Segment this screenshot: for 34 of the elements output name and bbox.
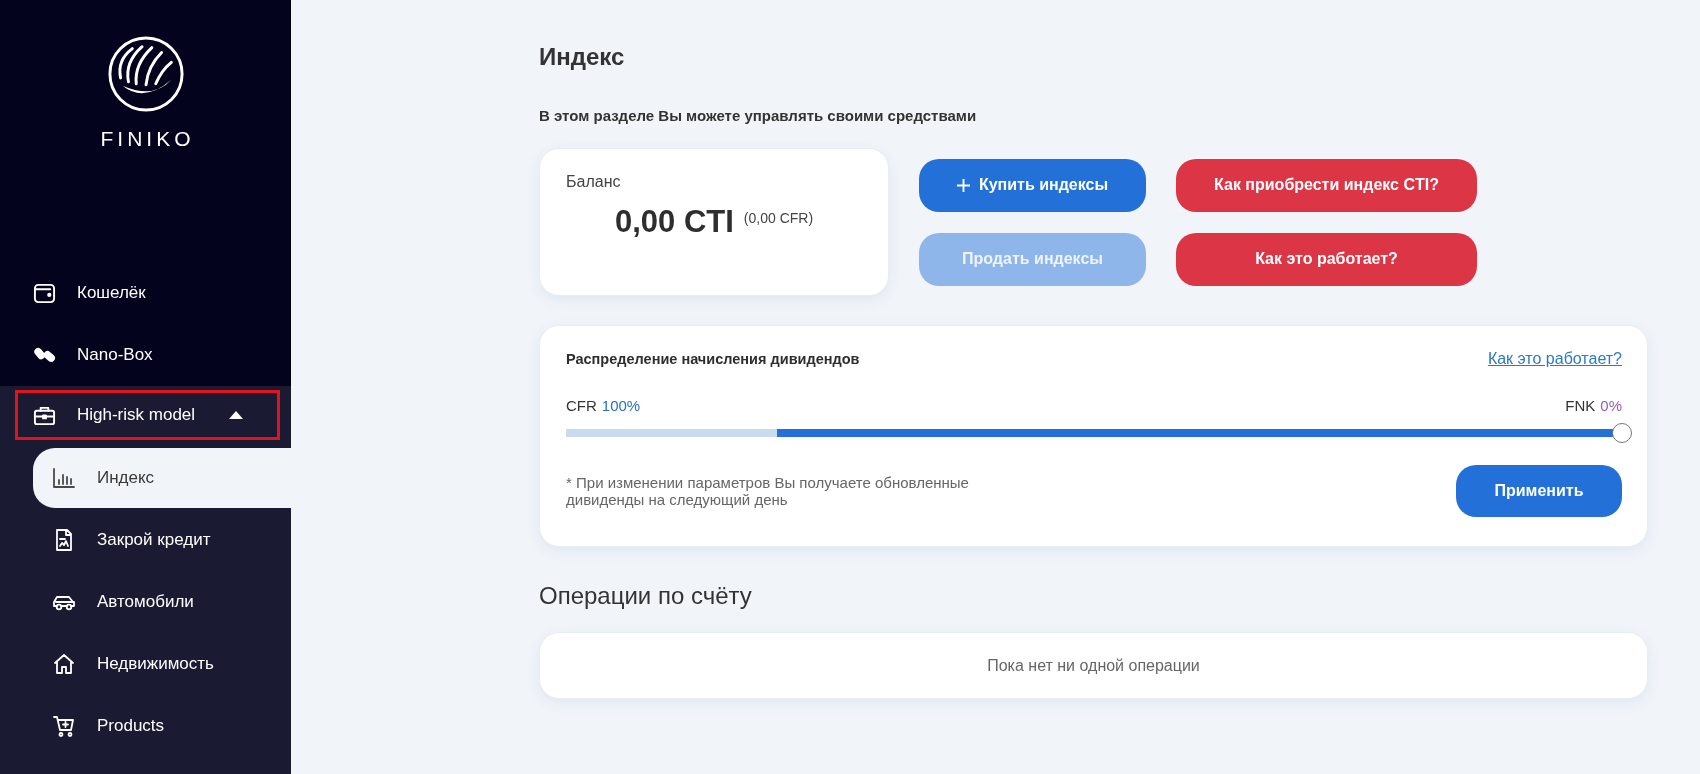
- cart-icon: [52, 714, 76, 738]
- plus-icon: [956, 178, 970, 192]
- apply-button[interactable]: Применить: [1456, 465, 1622, 517]
- dividends-title: Распределение начисления дивидендов: [566, 351, 860, 367]
- currency-label: CFR: [566, 396, 597, 414]
- page-subtitle: В этом разделе Вы можете управлять своими средствами: [539, 106, 978, 126]
- page-title: Индекс: [539, 43, 626, 71]
- sidebar-item[interactable]: High-risk model: [15, 390, 280, 440]
- dividends-note: * При изменении параметров Вы получаете обновленные дивиденды на следующий день: [566, 474, 970, 508]
- submenu-item[interactable]: Недвижимость: [33, 634, 291, 694]
- empty-message: Пока нет ни одной операции: [987, 656, 1200, 675]
- help-link[interactable]: Как это работает?: [1487, 350, 1622, 368]
- balance-amount: 0,00 CTI: [614, 203, 734, 241]
- wallet-icon: [33, 281, 56, 305]
- submenu-item[interactable]: Автомобили: [33, 572, 291, 632]
- currency-label: FNK: [1565, 396, 1596, 414]
- submenu-item[interactable]: Закрой кредит: [33, 510, 291, 570]
- sidebar-item[interactable]: Кошелёк: [0, 262, 291, 324]
- sidebar-item[interactable]: Nano-Box: [0, 324, 291, 386]
- balance-label: Баланс: [566, 172, 621, 192]
- percent-value: 0%: [1600, 396, 1622, 414]
- logo-icon: [106, 35, 185, 113]
- section-title: Операции по счёту: [539, 581, 753, 611]
- action-button[interactable]: Как это работает?: [1176, 232, 1477, 286]
- house-icon: [52, 652, 76, 676]
- percent-value: 100%: [601, 396, 641, 414]
- balance-secondary: (0,00 CFR): [743, 210, 814, 226]
- logo-wordmark: FINIKO: [99, 127, 195, 151]
- bar-chart-icon: [52, 466, 76, 490]
- action-button[interactable]: Как приобрести индекс CTI?: [1176, 158, 1477, 212]
- slider-thumb[interactable]: [1612, 423, 1632, 443]
- action-button[interactable]: Купить индексы: [919, 158, 1146, 212]
- submenu-item[interactable]: Индекс: [33, 448, 291, 508]
- submenu-item[interactable]: Products: [33, 696, 291, 756]
